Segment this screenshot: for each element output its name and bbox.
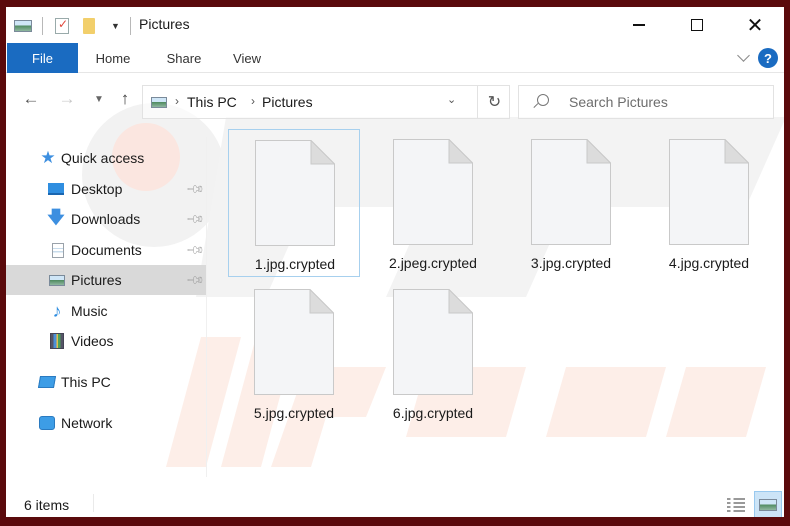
large-icons-view-button[interactable] xyxy=(754,491,782,517)
sidebar-item-music[interactable]: ♪ Music xyxy=(6,296,206,326)
videos-icon xyxy=(49,333,65,349)
sidebar-item-quick-access[interactable]: ★ Quick access xyxy=(6,143,206,173)
file-item[interactable]: 2.jpeg.crypted xyxy=(367,129,499,277)
file-item[interactable]: 1.jpg.crypted xyxy=(228,129,360,277)
details-view-button[interactable] xyxy=(727,497,745,513)
forward-button[interactable]: → xyxy=(56,87,78,111)
blank-file-icon xyxy=(254,288,335,395)
search-input[interactable]: Search Pictures xyxy=(569,94,668,110)
breadcrumb-chevron-icon[interactable]: › xyxy=(175,94,179,108)
pictures-folder-icon[interactable] xyxy=(14,18,32,34)
desktop-icon xyxy=(48,181,64,197)
file-name: 2.jpeg.crypted xyxy=(389,255,477,271)
maximize-icon xyxy=(691,19,703,31)
sidebar-item-network[interactable]: Network xyxy=(6,408,206,438)
file-list: 1.jpg.crypted 2.jpeg.crypted 3.jpg.crypt… xyxy=(218,127,778,477)
tab-file[interactable]: File xyxy=(7,43,78,73)
file-item[interactable]: 5.jpg.crypted xyxy=(228,279,360,427)
help-button[interactable]: ? xyxy=(758,48,778,68)
tab-share[interactable]: Share xyxy=(161,44,207,72)
sidebar-item-label: This PC xyxy=(61,374,111,390)
close-icon: ✕ xyxy=(746,14,764,37)
tab-view[interactable]: View xyxy=(226,44,268,72)
large-icons-view-icon xyxy=(759,499,777,511)
sidebar-item-label: Quick access xyxy=(61,150,145,166)
blank-file-icon xyxy=(255,139,336,246)
search-icon xyxy=(537,94,549,106)
pin-icon[interactable]: 📌︎ xyxy=(185,209,206,230)
file-item[interactable]: 6.jpg.crypted xyxy=(367,279,499,427)
blank-file-icon xyxy=(393,138,474,245)
file-name: 4.jpg.crypted xyxy=(668,255,750,271)
customize-dropdown-icon[interactable]: ▼ xyxy=(111,21,120,31)
navigation-pane: ★ Quick access Desktop 📌︎ 🡇 Downloads 📌︎… xyxy=(6,137,207,477)
sidebar-item-label: Pictures xyxy=(71,272,122,288)
sidebar-item-label: Desktop xyxy=(71,181,123,197)
minimize-icon xyxy=(633,24,645,26)
pin-icon[interactable]: 📌︎ xyxy=(185,240,206,261)
file-name: 6.jpg.crypted xyxy=(392,405,474,421)
address-dropdown-chevron-icon[interactable]: ⌄ xyxy=(447,93,456,106)
network-icon xyxy=(39,415,55,431)
item-count: 6 items xyxy=(24,497,70,513)
back-button[interactable]: ← xyxy=(20,87,42,111)
file-name: 1.jpg.crypted xyxy=(254,256,336,272)
music-icon: ♪ xyxy=(52,300,62,321)
breadcrumb-chevron-icon[interactable]: › xyxy=(251,94,255,108)
sidebar-item-downloads[interactable]: 🡇 Downloads 📌︎ xyxy=(6,204,206,234)
maximize-button[interactable] xyxy=(668,7,726,43)
search-box[interactable]: Search Pictures xyxy=(518,85,774,119)
this-pc-icon xyxy=(37,374,57,390)
pictures-location-icon xyxy=(151,97,167,108)
details-view-icon xyxy=(727,498,745,500)
title-bar: ▼ Pictures ✕ xyxy=(6,7,784,43)
pictures-icon xyxy=(49,272,65,288)
file-explorer-window: ▼ Pictures ✕ File Home Share View ? ← → … xyxy=(6,7,784,517)
close-button[interactable]: ✕ xyxy=(726,7,784,43)
file-item[interactable]: 3.jpg.crypted xyxy=(505,129,637,277)
file-name: 5.jpg.crypted xyxy=(253,405,335,421)
address-bar[interactable]: › This PC › Pictures ⌄ ↻ xyxy=(142,85,510,119)
new-folder-icon[interactable] xyxy=(81,18,99,34)
recent-locations-chevron-icon[interactable]: ▼ xyxy=(88,87,110,111)
toolbar-separator xyxy=(42,17,43,35)
sidebar-item-pictures[interactable]: Pictures 📌︎ xyxy=(6,265,206,295)
file-name: 3.jpg.crypted xyxy=(530,255,612,271)
minimize-button[interactable] xyxy=(610,7,668,43)
pin-icon[interactable]: 📌︎ xyxy=(185,270,206,291)
refresh-button[interactable]: ↻ xyxy=(477,86,511,118)
sidebar-item-videos[interactable]: Videos xyxy=(6,326,206,356)
sidebar-item-label: Videos xyxy=(71,333,114,349)
tab-home[interactable]: Home xyxy=(86,44,140,72)
up-button[interactable]: ↑ xyxy=(114,87,136,111)
sidebar-item-label: Downloads xyxy=(71,211,141,227)
breadcrumb-pictures[interactable]: Pictures xyxy=(262,94,313,110)
pane-divider[interactable] xyxy=(206,137,207,477)
ribbon: File Home Share View ? xyxy=(6,43,784,73)
documents-icon xyxy=(50,242,66,258)
pin-icon[interactable]: 📌︎ xyxy=(185,179,206,200)
sidebar-item-desktop[interactable]: Desktop 📌︎ xyxy=(6,174,206,204)
status-bar: 6 items xyxy=(6,483,784,517)
sidebar-item-label: Documents xyxy=(71,242,142,258)
navigation-bar: ← → ▼ ↑ › This PC › Pictures ⌄ ↻ Search … xyxy=(6,81,784,119)
downloads-icon: 🡇 xyxy=(47,207,65,227)
blank-file-icon xyxy=(669,138,750,245)
star-icon: ★ xyxy=(40,148,56,167)
blank-file-icon xyxy=(531,138,612,245)
expand-ribbon-chevron-icon[interactable] xyxy=(737,51,751,65)
breadcrumb-this-pc[interactable]: This PC xyxy=(187,94,237,110)
sidebar-item-this-pc[interactable]: This PC xyxy=(6,367,206,397)
quick-access-toolbar: ▼ xyxy=(14,16,141,36)
sidebar-item-documents[interactable]: Documents 📌︎ xyxy=(6,235,206,265)
blank-file-icon xyxy=(393,288,474,395)
properties-icon[interactable] xyxy=(53,17,71,34)
sidebar-item-label: Music xyxy=(71,303,108,319)
status-separator xyxy=(93,494,94,512)
window-title: Pictures xyxy=(139,16,190,32)
toolbar-separator xyxy=(129,17,131,35)
sidebar-item-label: Network xyxy=(61,415,113,431)
file-item[interactable]: 4.jpg.crypted xyxy=(643,129,775,277)
